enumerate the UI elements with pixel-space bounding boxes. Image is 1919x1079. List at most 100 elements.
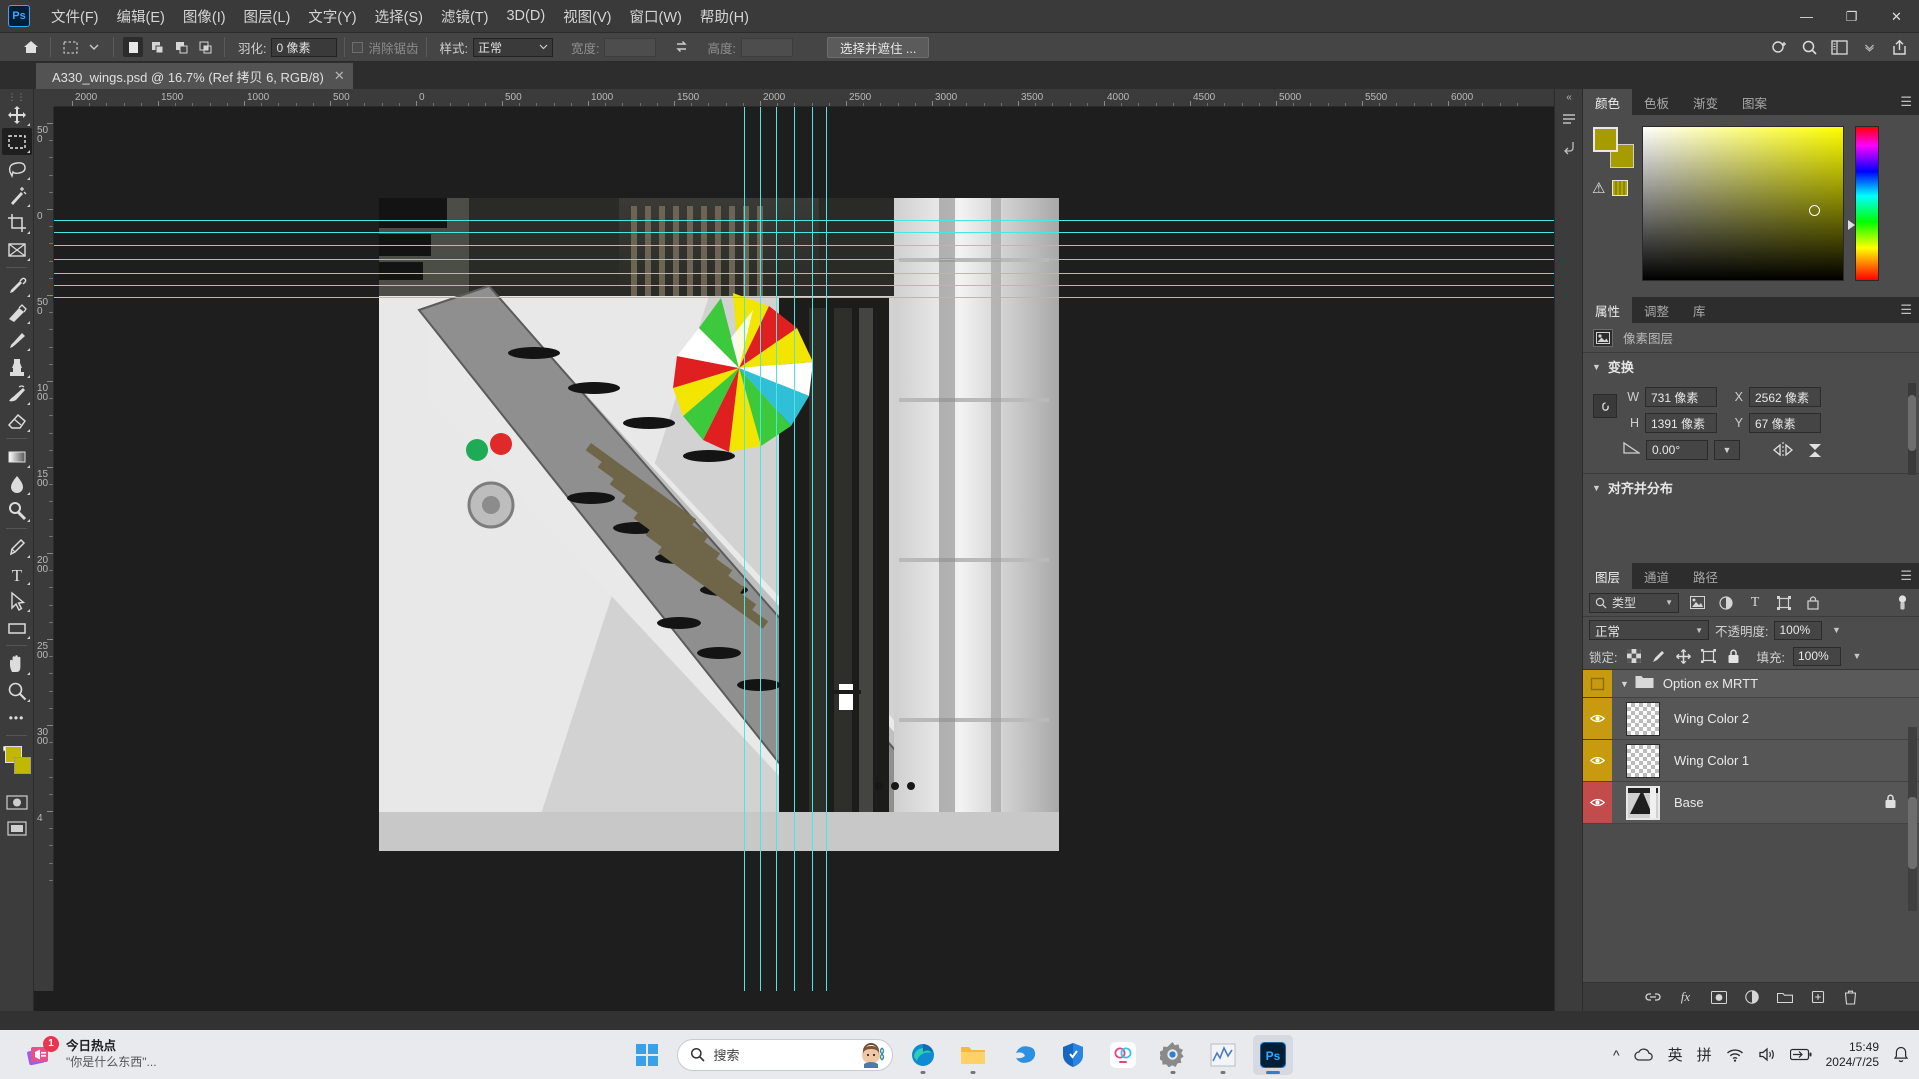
link-icon[interactable]	[1593, 394, 1617, 418]
select-and-mask-button[interactable]: 选择并遮住 ...	[826, 36, 930, 58]
width-input[interactable]: 731 像素	[1645, 387, 1717, 407]
dodge-tool[interactable]	[2, 497, 32, 524]
hue-strip[interactable]	[1855, 126, 1879, 281]
tab-图层[interactable]: 图层	[1583, 563, 1633, 589]
height-input[interactable]: 1391 像素	[1645, 413, 1717, 433]
share-icon[interactable]	[1888, 36, 1910, 58]
layer-thumbnail[interactable]	[1626, 743, 1660, 778]
move-tool[interactable]	[2, 101, 32, 128]
adjustment-filter-icon[interactable]	[1715, 592, 1737, 614]
guide-horizontal[interactable]	[54, 297, 1554, 298]
search-ai-icon[interactable]	[1768, 36, 1790, 58]
lock-artboard-icon[interactable]	[1700, 648, 1717, 665]
subtract-from-selection-button[interactable]	[171, 37, 191, 57]
layer-group-row[interactable]: ▼ Option ex MRTT	[1583, 670, 1919, 698]
guide-vertical[interactable]	[812, 107, 813, 991]
menu-item-10[interactable]: 帮助(H)	[691, 2, 758, 31]
lasso-tool[interactable]	[2, 155, 32, 182]
lock-transparency-icon[interactable]	[1625, 648, 1642, 665]
color-foreground-swatch[interactable]	[1593, 127, 1618, 152]
news-widget[interactable]: 1 今日热点 "你是什么东西"...	[26, 1035, 157, 1070]
align-distribute-section-header[interactable]: ▼ 对齐并分布	[1583, 474, 1919, 501]
menu-item-7[interactable]: 3D(D)	[497, 4, 554, 28]
guide-vertical[interactable]	[794, 107, 795, 991]
tab-路径[interactable]: 路径	[1681, 563, 1731, 589]
new-selection-button[interactable]	[123, 37, 143, 57]
path-selection-tool[interactable]	[2, 587, 32, 614]
document-artwork[interactable]	[377, 198, 1059, 853]
layer-visibility-toggle[interactable]	[1583, 698, 1612, 739]
guide-horizontal[interactable]	[54, 232, 1554, 233]
onedrive-icon[interactable]	[1633, 1047, 1654, 1062]
guide-horizontal[interactable]	[54, 220, 1554, 221]
ruler-corner[interactable]	[34, 89, 54, 107]
flip-horizontal-icon[interactable]	[1770, 439, 1796, 461]
menu-item-4[interactable]: 文字(Y)	[299, 2, 365, 31]
frame-tool[interactable]	[2, 236, 32, 263]
swap-width-height-icon[interactable]	[670, 36, 692, 58]
clone-stamp-tool[interactable]	[2, 353, 32, 380]
workspace-icon[interactable]	[1828, 36, 1850, 58]
ime-language-indicator[interactable]: 英	[1668, 1044, 1683, 1065]
tab-图案[interactable]: 图案	[1730, 89, 1780, 115]
zoom-tool[interactable]	[2, 677, 32, 704]
guide-horizontal[interactable]	[54, 259, 1554, 260]
taskbar-app-photoshop[interactable]: Ps	[1252, 1034, 1293, 1075]
hand-tool[interactable]	[2, 650, 32, 677]
filter-toggle-icon[interactable]	[1891, 592, 1913, 614]
layer-thumbnail[interactable]	[1626, 785, 1660, 820]
tab-属性[interactable]: 属性	[1583, 297, 1633, 323]
add-to-selection-button[interactable]	[147, 37, 167, 57]
color-swatch-pair[interactable]	[1593, 127, 1635, 168]
opacity-input[interactable]: 100%	[1774, 620, 1823, 640]
taskbar-app-edge[interactable]	[903, 1035, 943, 1075]
layer-row[interactable]: Wing Color 1	[1583, 740, 1919, 782]
document-tab[interactable]: A330_wings.psd @ 16.7% (Ref 拷贝 6, RGB/8)…	[36, 63, 354, 89]
menu-item-8[interactable]: 视图(V)	[554, 2, 620, 31]
taskbar-app-stocks[interactable]	[1203, 1035, 1243, 1075]
menu-item-2[interactable]: 图像(I)	[174, 2, 235, 31]
layer-visibility-toggle[interactable]	[1583, 782, 1612, 823]
y-input[interactable]: 67 像素	[1749, 413, 1821, 433]
lock-position-icon[interactable]	[1675, 648, 1692, 665]
link-layers-icon[interactable]	[1644, 988, 1662, 1006]
tab-颜色[interactable]: 颜色	[1583, 89, 1633, 115]
shape-filter-icon[interactable]	[1773, 592, 1795, 614]
menu-item-0[interactable]: 文件(F)	[42, 2, 108, 31]
gradient-tool[interactable]	[2, 443, 32, 470]
layer-row[interactable]: Wing Color 2	[1583, 698, 1919, 740]
blend-mode-select[interactable]: 正常 ▼	[1589, 620, 1709, 640]
guide-horizontal[interactable]	[54, 273, 1554, 274]
properties-scrollbar[interactable]	[1908, 383, 1916, 475]
speaker-icon[interactable]	[1758, 1047, 1776, 1062]
angle-dropdown-chevron-down-icon[interactable]: ▼	[1714, 440, 1740, 460]
maximize-button[interactable]: ❐	[1829, 0, 1874, 33]
angle-input[interactable]: 0.00°	[1646, 440, 1708, 460]
tab-库[interactable]: 库	[1681, 297, 1718, 323]
layer-visibility-toggle[interactable]	[1583, 670, 1612, 697]
intersect-selection-button[interactable]	[195, 37, 215, 57]
background-color-swatch[interactable]	[14, 757, 31, 774]
chevron-down-icon[interactable]: ▼	[1620, 679, 1629, 689]
chevron-down-icon[interactable]	[1858, 36, 1880, 58]
more-tools-button[interactable]: •••	[2, 704, 32, 731]
taskbar-app-windows-security[interactable]	[1053, 1035, 1093, 1075]
layers-scrollbar[interactable]	[1908, 727, 1917, 911]
menu-item-1[interactable]: 编辑(E)	[108, 2, 174, 31]
antialias-checkbox-box[interactable]	[352, 41, 364, 53]
feather-input[interactable]: 0 像素	[271, 37, 338, 57]
rail-return-icon[interactable]	[1555, 133, 1583, 161]
tray-overflow-icon[interactable]: ^	[1613, 1047, 1620, 1063]
in-gamut-color-swatch[interactable]	[1612, 180, 1629, 196]
adjustment-layer-icon[interactable]	[1743, 988, 1761, 1006]
crop-tool[interactable]	[2, 209, 32, 236]
color-picker-field[interactable]	[1642, 126, 1844, 281]
close-icon[interactable]: ✕	[334, 68, 345, 84]
collapse-panels-icon[interactable]: «	[1555, 89, 1583, 105]
tools-panel-grip[interactable]: ⋮⋮	[0, 92, 33, 102]
type-filter-icon[interactable]: T	[1744, 592, 1766, 614]
rail-history-icon[interactable]	[1555, 105, 1583, 133]
layer-visibility-toggle[interactable]	[1583, 740, 1612, 781]
current-tool-icon[interactable]	[59, 36, 81, 58]
taskbar-clock[interactable]: 15:49 2024/7/25	[1826, 1040, 1879, 1069]
